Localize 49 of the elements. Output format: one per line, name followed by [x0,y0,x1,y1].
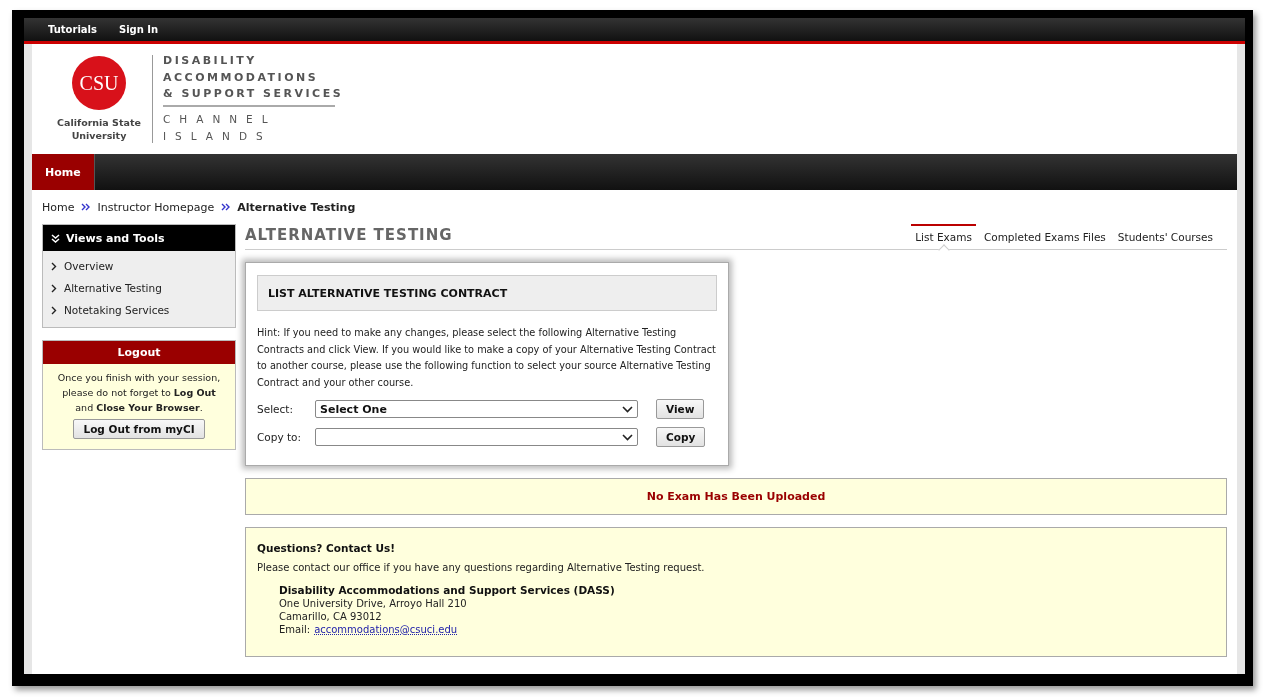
nav-tab[interactable]: Home [32,154,95,190]
university-name: University [71,129,127,142]
university-name: California State [57,116,141,129]
campus-name: CHANNEL [163,111,278,127]
department-name: & SUPPORT SERVICES [163,86,344,103]
chevron-right-icon [51,261,57,271]
contact-text: Please contact our office if you have any questions regarding Alternative Testing request. [257,562,706,573]
double-chevron-right-icon [221,203,231,211]
email-link[interactable]: accommodations@csuci.edu [314,623,458,636]
top-link[interactable]: Sign In [119,24,159,35]
sidebar-item[interactable]: Notetaking Services [43,299,235,321]
sidebar-item[interactable]: Overview [43,255,235,277]
dropdown-field[interactable] [315,428,638,446]
department-name: DISABILITY [163,53,258,70]
top-link[interactable]: Tutorials [48,24,97,35]
department-name: ACCOMMODATIONS [163,69,320,86]
tab[interactable]: List Exams [911,224,976,249]
office-name: Disability Accommodations and Support Services (DASS) [279,583,616,597]
email-label: Email: [279,623,311,636]
hint-text: Hint: If you need to make any changes, please select the following Alternative Testing Contracts and click View. If you would like to make a copy of your Alternative Testing Contract to another course, please use the following function to select your source Alternative Testing Contract and your other course. [257,326,717,390]
address-line: Camarillo, CA 93012 [279,610,383,623]
page-title: ALTERNATIVE TESTING [245,226,453,246]
breadcrumb-current: Alternative Testing [237,200,356,214]
address-line: One University Drive, Arroyo Hall 210 [279,597,468,610]
notice-text: No Exam Has Been Uploaded [646,490,826,503]
action-button[interactable]: Copy [656,427,706,447]
card-title: LIST ALTERNATIVE TESTING CONTRACT [257,275,717,311]
logout-message: Once you finish with your session, please do not forget to Log Out and Close Your Browser. [56,371,222,415]
campus-name: ISLANDS [163,128,273,144]
sidebar-title: Views and Tools [66,231,165,245]
sidebar-item[interactable]: Alternative Testing [43,277,235,299]
contact-title: Questions? Contact Us! [257,542,397,554]
tab[interactable]: Completed Exams Files [979,224,1110,249]
caret-icon [622,433,633,441]
dropdown-field[interactable]: Select One [315,400,638,418]
chevron-right-icon [51,305,57,315]
logout-title: Logout [43,341,235,364]
field-label: Select: [257,403,294,415]
logo-mark: CSU [72,56,126,110]
logout-button[interactable]: Log Out from myCI [73,419,205,439]
action-button[interactable]: View [656,399,705,419]
breadcrumb-link[interactable]: Home [42,200,75,214]
breadcrumb-link[interactable]: Instructor Homepage [97,200,215,214]
field-label: Copy to: [257,431,303,443]
double-chevron-down-icon [51,233,60,243]
tab[interactable]: Students' Courses [1113,224,1217,249]
caret-icon [622,405,633,413]
double-chevron-right-icon [81,203,91,211]
chevron-right-icon [51,283,57,293]
